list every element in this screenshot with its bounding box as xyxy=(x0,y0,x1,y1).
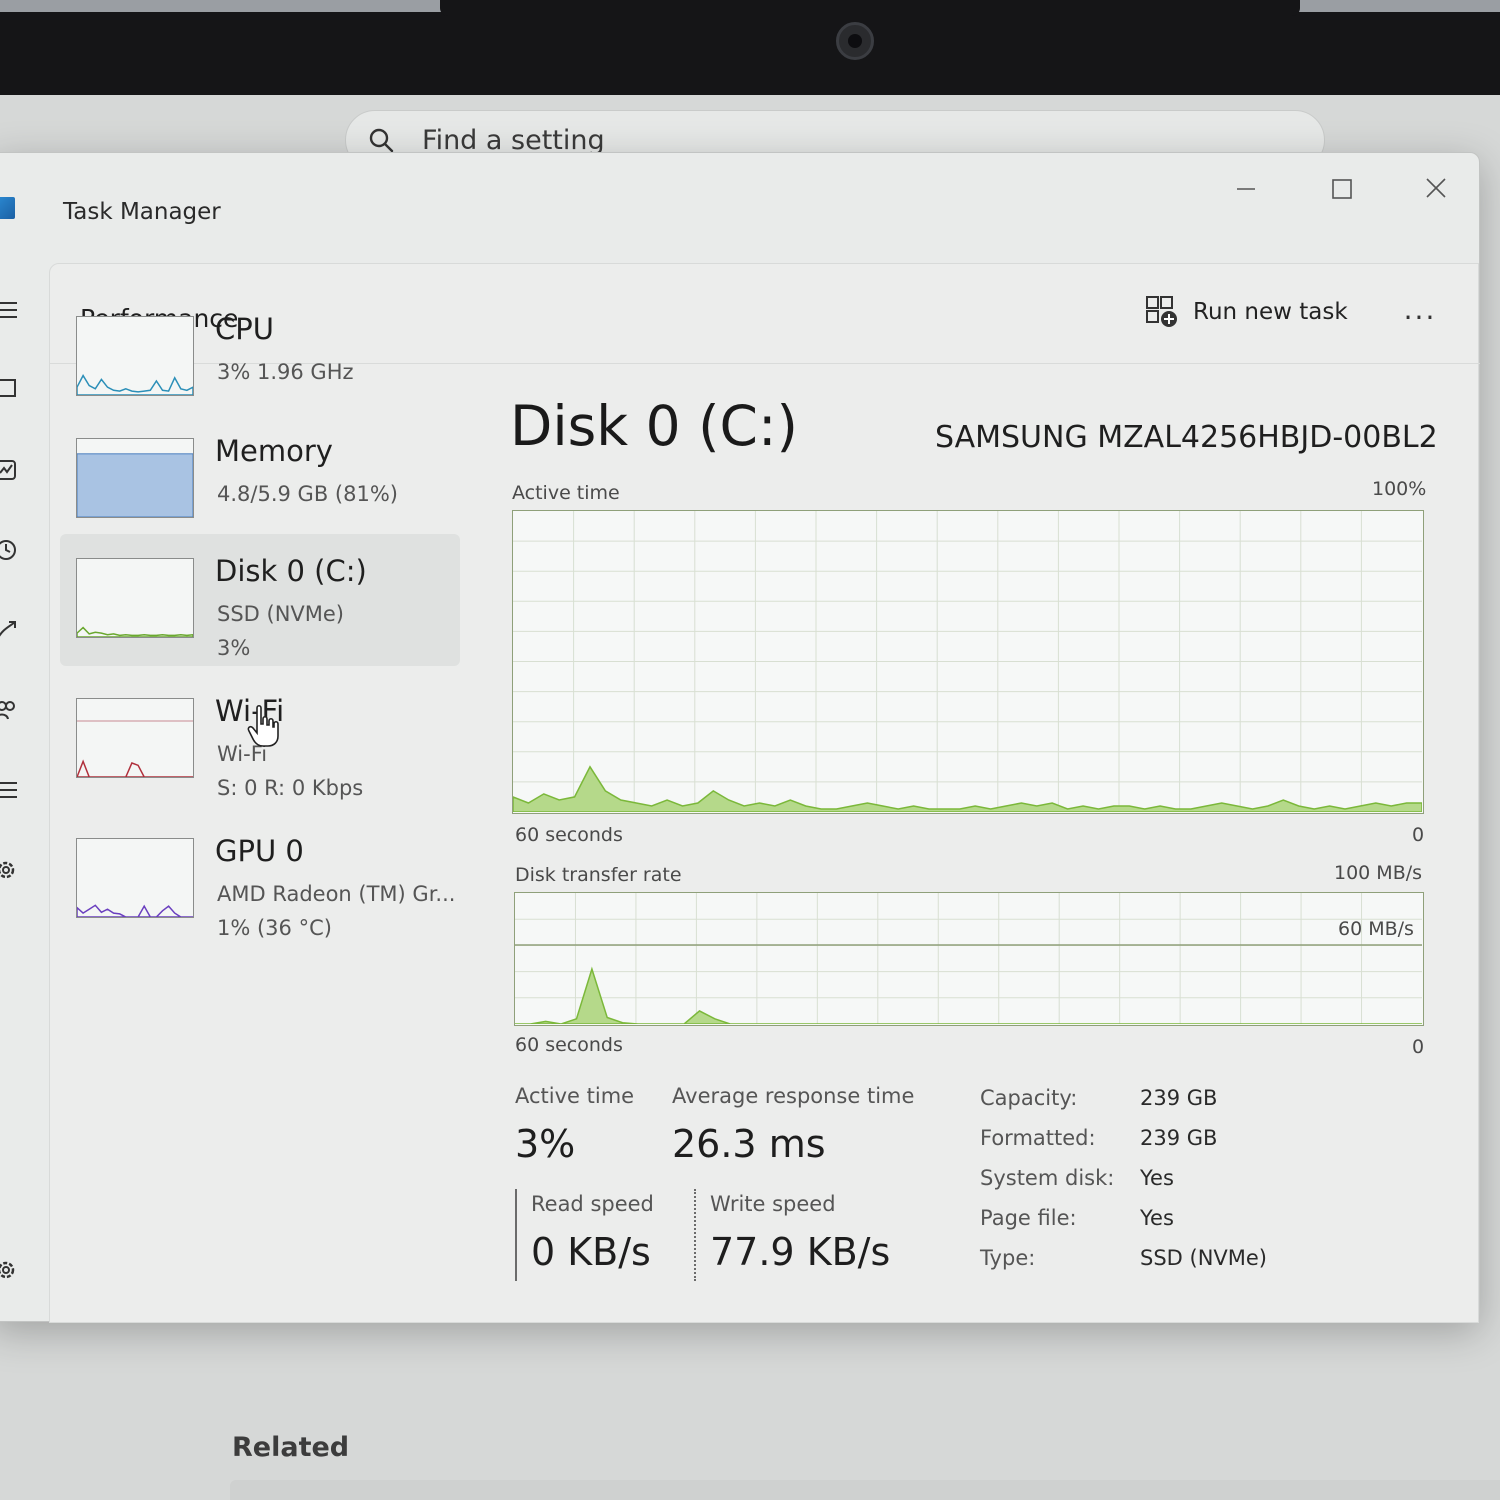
read-speed-divider xyxy=(515,1189,517,1281)
task-manager-app-icon xyxy=(0,197,15,219)
read-speed-label: Read speed xyxy=(531,1192,654,1216)
write-speed-divider xyxy=(694,1189,696,1281)
device-thumbnail-memory xyxy=(76,438,194,518)
device-item-disk[interactable]: Disk 0 (C:) SSD (NVMe) 3% xyxy=(60,534,460,666)
active-time-duration-label: 60 seconds xyxy=(515,824,623,846)
active-time-min-label: 0 xyxy=(1412,824,1425,846)
formatted-key: Formatted: xyxy=(980,1126,1096,1150)
device-thumbnail-gpu xyxy=(76,838,194,918)
device-thumbnail-disk xyxy=(76,558,194,638)
hamburger-menu-icon[interactable] xyxy=(0,299,17,321)
services-icon[interactable] xyxy=(0,859,17,881)
settings-related-heading: Related xyxy=(232,1432,350,1463)
wifi-thumbnail-line xyxy=(77,759,193,777)
device-detail: 3% 1.96 GHz xyxy=(217,360,354,384)
type-value: SSD (NVMe) xyxy=(1140,1246,1268,1270)
device-detail: SSD (NVMe) xyxy=(217,602,345,626)
maximize-icon[interactable] xyxy=(1316,169,1366,209)
task-manager-window: Task Manager Performance xyxy=(0,152,1480,1323)
capacity-value: 239 GB xyxy=(1140,1086,1218,1110)
transfer-rate-chart xyxy=(514,892,1424,1026)
device-item-cpu[interactable]: CPU 3% 1.96 GHz xyxy=(60,292,460,424)
write-speed-label: Write speed xyxy=(710,1192,836,1216)
device-name: Memory xyxy=(215,434,333,468)
run-new-task-label: Run new task xyxy=(1193,299,1348,325)
device-detail-secondary: S: 0 R: 0 Kbps xyxy=(217,776,364,800)
transfer-rate-min-label: 0 xyxy=(1412,1036,1425,1058)
active-time-stat-value: 3% xyxy=(515,1122,576,1166)
transfer-rate-max-label: 100 MB/s xyxy=(1334,862,1423,884)
page-file-key: Page file: xyxy=(980,1206,1077,1230)
close-icon[interactable] xyxy=(1411,169,1461,209)
active-time-max-label: 100% xyxy=(1372,478,1427,500)
app-history-icon[interactable] xyxy=(0,539,17,561)
minimize-icon[interactable] xyxy=(1221,169,1271,209)
device-name: GPU 0 xyxy=(215,834,304,868)
settings-gear-icon[interactable] xyxy=(0,1259,17,1281)
active-time-stat-label: Active time xyxy=(515,1084,635,1108)
run-task-icon xyxy=(1146,296,1177,327)
startup-apps-icon[interactable] xyxy=(0,619,17,641)
processes-icon[interactable] xyxy=(0,377,17,399)
transfer-rate-chart-label: Disk transfer rate xyxy=(515,864,682,886)
formatted-value: 239 GB xyxy=(1140,1126,1218,1150)
window-title: Task Manager xyxy=(63,199,221,225)
cpu-thumbnail-line xyxy=(77,373,193,395)
disk-title: Disk 0 (C:) xyxy=(510,394,798,458)
settings-card-strip xyxy=(230,1480,1500,1500)
device-thumbnail-wifi xyxy=(76,698,194,778)
avg-response-value: 26.3 ms xyxy=(672,1122,826,1166)
transfer-rate-duration-label: 60 seconds xyxy=(515,1034,623,1056)
gpu-thumbnail-graph xyxy=(77,904,193,917)
active-time-area xyxy=(513,765,1422,812)
transfer-rate-area xyxy=(515,966,1422,1024)
device-item-memory[interactable]: Memory 4.8/5.9 GB (81%) xyxy=(60,414,460,546)
system-disk-value: Yes xyxy=(1140,1166,1174,1190)
bezel-notch xyxy=(440,0,1300,16)
device-detail: AMD Radeon (TM) Gr... xyxy=(217,882,456,906)
disk-model: SAMSUNG MZAL4256HBJD-00BL2 xyxy=(935,420,1438,455)
avg-response-label: Average response time xyxy=(672,1084,915,1108)
device-detail: 4.8/5.9 GB (81%) xyxy=(217,482,398,506)
wifi-thumbnail-graph xyxy=(77,720,193,777)
type-key: Type: xyxy=(980,1246,1036,1270)
details-list-icon[interactable] xyxy=(0,779,17,801)
run-new-task-button[interactable]: Run new task xyxy=(1145,292,1348,332)
read-speed-value: 0 KB/s xyxy=(531,1230,651,1274)
page-file-value: Yes xyxy=(1140,1206,1174,1230)
system-disk-key: System disk: xyxy=(980,1166,1115,1190)
active-time-chart xyxy=(512,510,1424,814)
gpu-thumbnail-line xyxy=(77,904,193,917)
device-detail-secondary: 3% xyxy=(217,636,251,660)
memory-usage-fill xyxy=(77,453,193,517)
memory-thumbnail-graph xyxy=(77,453,193,517)
transfer-rate-graph xyxy=(515,893,1422,1024)
device-detail-secondary: 1% (36 °C) xyxy=(217,916,332,940)
hand-cursor-icon xyxy=(247,704,279,747)
capacity-key: Capacity: xyxy=(980,1086,1078,1110)
performance-panel: Performance Run new task ... CPU3% 1.96 … xyxy=(49,263,1480,1323)
active-time-chart-label: Active time xyxy=(512,482,620,504)
disk-thumbnail-line xyxy=(77,626,193,637)
device-thumbnail-cpu xyxy=(76,316,194,396)
search-icon xyxy=(369,128,394,153)
cpu-thumbnail-graph xyxy=(77,373,193,395)
device-name: Disk 0 (C:) xyxy=(215,554,367,588)
more-options-button[interactable]: ... xyxy=(1400,292,1440,332)
performance-icon[interactable] xyxy=(0,459,17,481)
active-time-graph xyxy=(513,511,1422,812)
users-icon[interactable] xyxy=(0,699,17,721)
device-name: CPU xyxy=(215,312,274,346)
webcam-icon xyxy=(836,22,874,60)
device-item-gpu[interactable]: GPU 0 AMD Radeon (TM) Gr... 1% (36 °C) xyxy=(60,814,460,946)
disk-thumbnail-graph xyxy=(77,626,193,637)
write-speed-value: 77.9 KB/s xyxy=(710,1230,891,1274)
transfer-rate-mid-label: 60 MB/s xyxy=(1338,918,1414,940)
